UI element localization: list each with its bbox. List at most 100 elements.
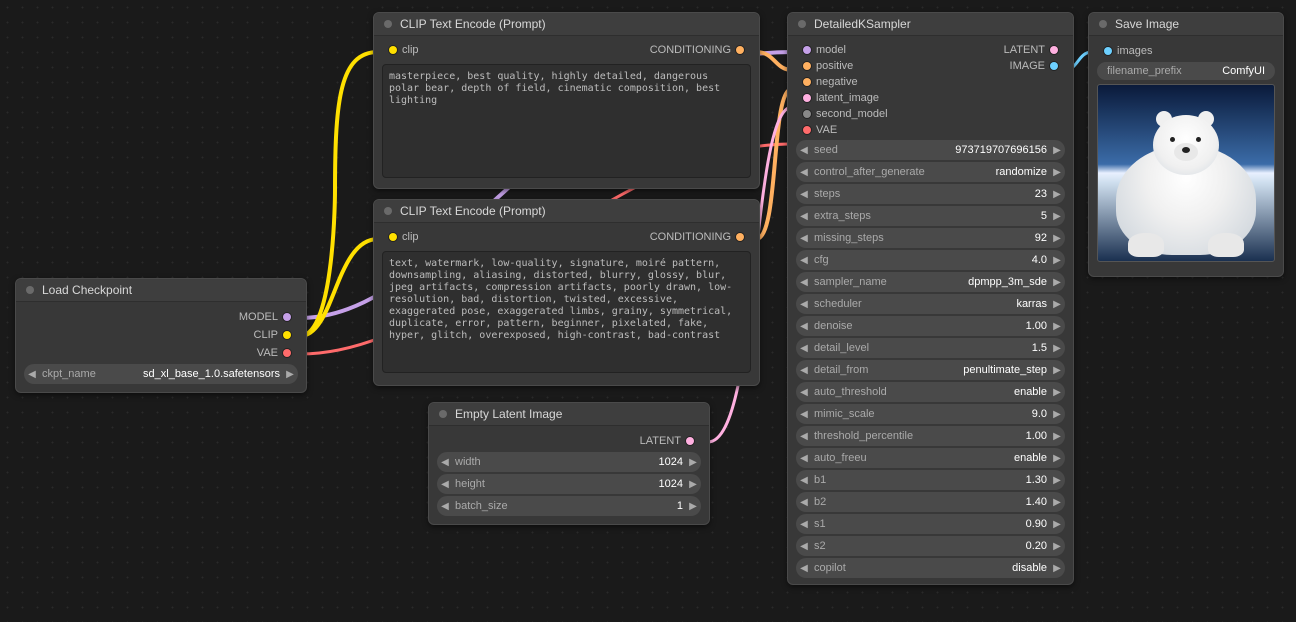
- next-arrow-icon[interactable]: ▶: [1049, 189, 1065, 200]
- port-second-model-in[interactable]: [803, 110, 811, 118]
- next-arrow-icon[interactable]: ▶: [1049, 453, 1065, 464]
- ckpt-name-widget[interactable]: ◀ ckpt_name sd_xl_base_1.0.safetensors ▶: [24, 364, 298, 384]
- prev-arrow-icon[interactable]: ◀: [796, 453, 812, 464]
- port-model[interactable]: [283, 313, 291, 321]
- next-arrow-icon[interactable]: ▶: [1049, 255, 1065, 266]
- prev-arrow-icon[interactable]: ◀: [24, 369, 40, 380]
- prev-arrow-icon[interactable]: ◀: [796, 343, 812, 354]
- prev-arrow-icon[interactable]: ◀: [796, 409, 812, 420]
- prev-arrow-icon[interactable]: ◀: [796, 299, 812, 310]
- prev-arrow-icon[interactable]: ◀: [796, 497, 812, 508]
- sampler-widget-auto_freeu[interactable]: ◀auto_freeuenable▶: [796, 448, 1065, 468]
- next-arrow-icon[interactable]: ▶: [685, 501, 701, 512]
- next-arrow-icon[interactable]: ▶: [1049, 409, 1065, 420]
- node-clip-positive[interactable]: CLIP Text Encode (Prompt) clip CONDITION…: [373, 12, 760, 189]
- sampler-widget-auto_threshold[interactable]: ◀auto_thresholdenable▶: [796, 382, 1065, 402]
- prev-arrow-icon[interactable]: ◀: [796, 233, 812, 244]
- sampler-widget-cfg[interactable]: ◀cfg4.0▶: [796, 250, 1065, 270]
- sampler-widget-control_after_generate[interactable]: ◀control_after_generaterandomize▶: [796, 162, 1065, 182]
- node-load-checkpoint[interactable]: Load Checkpoint MODEL CLIP VAE ◀ ckpt_na…: [15, 278, 307, 393]
- next-arrow-icon[interactable]: ▶: [1049, 167, 1065, 178]
- sampler-widget-s1[interactable]: ◀s10.90▶: [796, 514, 1065, 534]
- sampler-widget-b2[interactable]: ◀b21.40▶: [796, 492, 1065, 512]
- node-empty-latent[interactable]: Empty Latent Image LATENT ◀width1024▶ ◀h…: [428, 402, 710, 525]
- node-header[interactable]: Save Image: [1089, 13, 1283, 36]
- prev-arrow-icon[interactable]: ◀: [796, 211, 812, 222]
- collapse-dot-icon[interactable]: [1099, 20, 1107, 28]
- port-vae-in[interactable]: [803, 126, 811, 134]
- prompt-textarea[interactable]: text, watermark, low-quality, signature,…: [382, 251, 751, 373]
- prev-arrow-icon[interactable]: ◀: [796, 277, 812, 288]
- node-clip-negative[interactable]: CLIP Text Encode (Prompt) clip CONDITION…: [373, 199, 760, 386]
- port-latent-in[interactable]: [803, 94, 811, 102]
- sampler-widget-extra_steps[interactable]: ◀extra_steps5▶: [796, 206, 1065, 226]
- next-arrow-icon[interactable]: ▶: [1049, 233, 1065, 244]
- next-arrow-icon[interactable]: ▶: [1049, 475, 1065, 486]
- sampler-widget-detail_level[interactable]: ◀detail_level1.5▶: [796, 338, 1065, 358]
- port-negative-in[interactable]: [803, 78, 811, 86]
- port-clip-in[interactable]: [389, 46, 397, 54]
- next-arrow-icon[interactable]: ▶: [685, 479, 701, 490]
- filename-prefix-widget[interactable]: filename_prefix ComfyUI: [1097, 62, 1275, 80]
- port-images-in[interactable]: [1104, 47, 1112, 55]
- batch-widget[interactable]: ◀batch_size1▶: [437, 496, 701, 516]
- sampler-widget-mimic_scale[interactable]: ◀mimic_scale9.0▶: [796, 404, 1065, 424]
- sampler-widget-copilot[interactable]: ◀copilotdisable▶: [796, 558, 1065, 578]
- node-save-image[interactable]: Save Image images filename_prefix ComfyU…: [1088, 12, 1284, 277]
- sampler-widget-scheduler[interactable]: ◀schedulerkarras▶: [796, 294, 1065, 314]
- next-arrow-icon[interactable]: ▶: [282, 369, 298, 380]
- port-latent[interactable]: [686, 437, 694, 445]
- next-arrow-icon[interactable]: ▶: [1049, 211, 1065, 222]
- next-arrow-icon[interactable]: ▶: [1049, 343, 1065, 354]
- sampler-widget-seed[interactable]: ◀seed973719707696156▶: [796, 140, 1065, 160]
- sampler-widget-s2[interactable]: ◀s20.20▶: [796, 536, 1065, 556]
- width-widget[interactable]: ◀width1024▶: [437, 452, 701, 472]
- sampler-widget-denoise[interactable]: ◀denoise1.00▶: [796, 316, 1065, 336]
- port-latent-out[interactable]: [1050, 46, 1058, 54]
- prev-arrow-icon[interactable]: ◀: [796, 189, 812, 200]
- sampler-widget-detail_from[interactable]: ◀detail_frompenultimate_step▶: [796, 360, 1065, 380]
- prev-arrow-icon[interactable]: ◀: [437, 457, 453, 468]
- sampler-widget-sampler_name[interactable]: ◀sampler_namedpmpp_3m_sde▶: [796, 272, 1065, 292]
- next-arrow-icon[interactable]: ▶: [1049, 321, 1065, 332]
- port-positive-in[interactable]: [803, 62, 811, 70]
- next-arrow-icon[interactable]: ▶: [1049, 299, 1065, 310]
- prev-arrow-icon[interactable]: ◀: [796, 519, 812, 530]
- prev-arrow-icon[interactable]: ◀: [437, 479, 453, 490]
- next-arrow-icon[interactable]: ▶: [1049, 497, 1065, 508]
- collapse-dot-icon[interactable]: [384, 20, 392, 28]
- next-arrow-icon[interactable]: ▶: [1049, 145, 1065, 156]
- prev-arrow-icon[interactable]: ◀: [796, 387, 812, 398]
- port-clip-in[interactable]: [389, 233, 397, 241]
- prompt-textarea[interactable]: masterpiece, best quality, highly detail…: [382, 64, 751, 178]
- collapse-dot-icon[interactable]: [798, 20, 806, 28]
- prev-arrow-icon[interactable]: ◀: [796, 541, 812, 552]
- next-arrow-icon[interactable]: ▶: [1049, 365, 1065, 376]
- node-header[interactable]: Load Checkpoint: [16, 279, 306, 302]
- next-arrow-icon[interactable]: ▶: [1049, 519, 1065, 530]
- sampler-widget-threshold_percentile[interactable]: ◀threshold_percentile1.00▶: [796, 426, 1065, 446]
- collapse-dot-icon[interactable]: [384, 207, 392, 215]
- collapse-dot-icon[interactable]: [26, 286, 34, 294]
- port-model-in[interactable]: [803, 46, 811, 54]
- prev-arrow-icon[interactable]: ◀: [796, 431, 812, 442]
- collapse-dot-icon[interactable]: [439, 410, 447, 418]
- node-header[interactable]: Empty Latent Image: [429, 403, 709, 426]
- port-clip[interactable]: [283, 331, 291, 339]
- prev-arrow-icon[interactable]: ◀: [796, 145, 812, 156]
- next-arrow-icon[interactable]: ▶: [1049, 431, 1065, 442]
- next-arrow-icon[interactable]: ▶: [1049, 277, 1065, 288]
- sampler-widget-steps[interactable]: ◀steps23▶: [796, 184, 1065, 204]
- port-image-out[interactable]: [1050, 62, 1058, 70]
- height-widget[interactable]: ◀height1024▶: [437, 474, 701, 494]
- prev-arrow-icon[interactable]: ◀: [796, 563, 812, 574]
- next-arrow-icon[interactable]: ▶: [685, 457, 701, 468]
- node-header[interactable]: CLIP Text Encode (Prompt): [374, 13, 759, 36]
- node-header[interactable]: CLIP Text Encode (Prompt): [374, 200, 759, 223]
- prev-arrow-icon[interactable]: ◀: [796, 255, 812, 266]
- node-header[interactable]: DetailedKSampler: [788, 13, 1073, 36]
- sampler-widget-b1[interactable]: ◀b11.30▶: [796, 470, 1065, 490]
- node-detailed-ksampler[interactable]: DetailedKSampler model positive negative…: [787, 12, 1074, 585]
- next-arrow-icon[interactable]: ▶: [1049, 387, 1065, 398]
- prev-arrow-icon[interactable]: ◀: [796, 475, 812, 486]
